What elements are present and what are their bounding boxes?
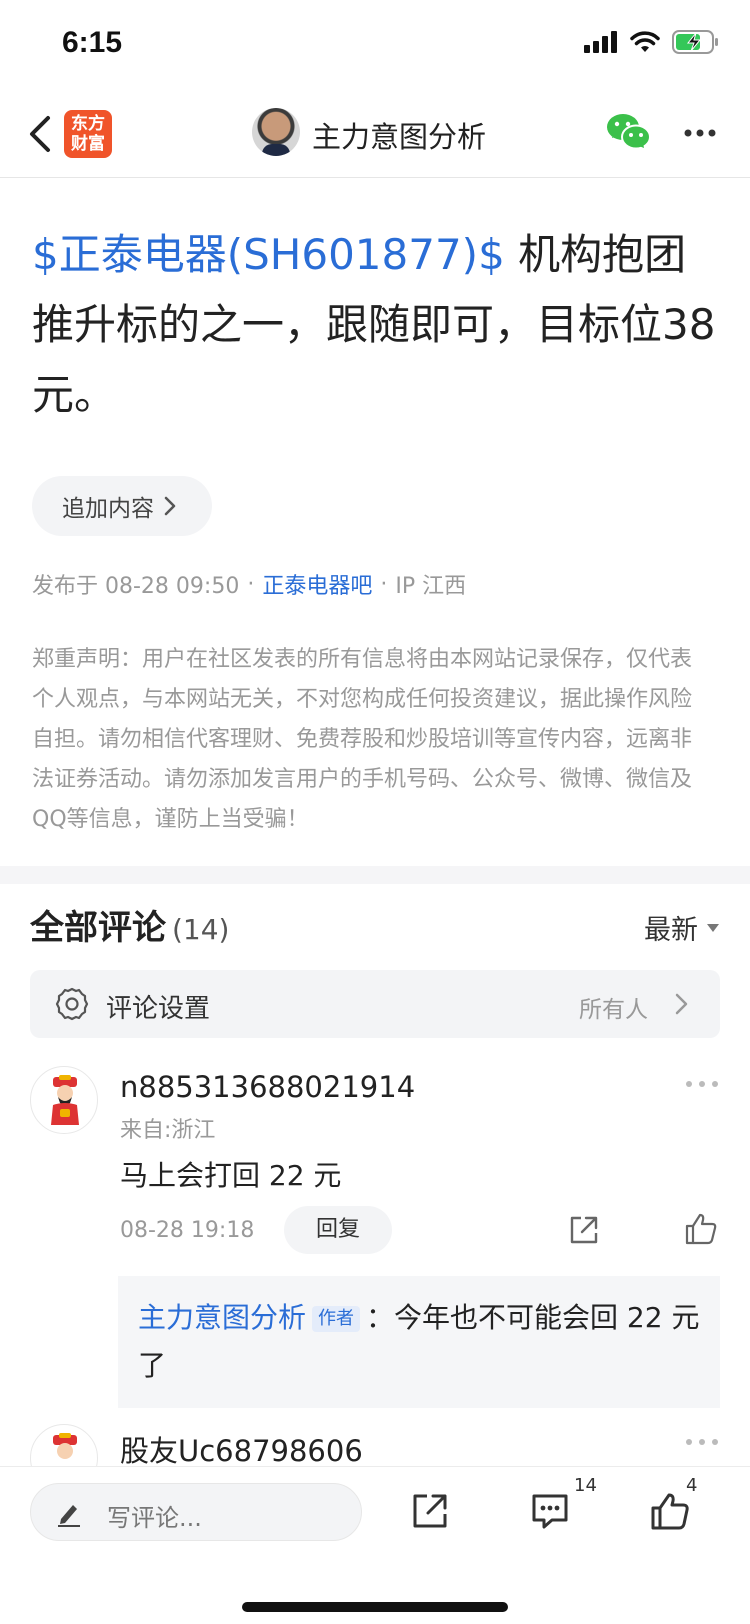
meta-separator: · [247, 571, 255, 597]
disclaimer-text: 郑重声明：用户在社区发表的所有信息将由本网站记录保存，仅代表个人观点，与本网站无… [32, 647, 693, 832]
home-indicator [242, 1602, 508, 1612]
commenter-name[interactable]: n885313688021914 [120, 1070, 415, 1104]
comment-time: 08-28 19:18 [120, 1218, 255, 1243]
comment-text: 马上会打回 22 元 [120, 1159, 342, 1192]
battery-charging-icon [672, 30, 718, 54]
post-content: $正泰电器(SH601877)$ 机构抱团推升标的之一，跟随即可，目标位38元。 [32, 220, 722, 430]
commenter-avatar[interactable] [30, 1066, 98, 1134]
sort-dropdown[interactable]: 最新 [644, 908, 720, 947]
post-meta: 发布于 08-28 09:50 · 正泰电器吧 · IP 江西 [32, 568, 466, 600]
comments-header: 全部评论 (14) [30, 900, 229, 949]
status-bar: 6:15 [0, 0, 750, 90]
share-icon[interactable] [410, 1491, 450, 1531]
bottom-action-bar: 写评论... 14 4 [0, 1466, 750, 1624]
thumbs-up-icon[interactable] [684, 1212, 718, 1246]
more-options-icon[interactable] [684, 1436, 720, 1448]
chevron-right-icon [675, 993, 688, 1015]
logo-line-1: 东方 [71, 114, 105, 134]
pencil-icon [58, 1505, 80, 1527]
publish-time: 发布于 08-28 09:50 [32, 574, 240, 599]
append-content-button[interactable]: 追加内容 [32, 476, 212, 536]
sort-label: 最新 [644, 915, 698, 946]
signal-icon [584, 31, 617, 53]
status-icons [584, 30, 720, 54]
comment-settings-label: 评论设置 [106, 994, 211, 1024]
comment-bubble-icon[interactable] [530, 1491, 570, 1531]
comment-count: 14 [574, 1475, 597, 1496]
reply-author-name[interactable]: 主力意图分析 [138, 1301, 306, 1334]
stock-tag-link[interactable]: $正泰电器(SH601877)$ [32, 230, 505, 279]
eastmoney-logo[interactable]: 东方 财富 [64, 110, 112, 158]
append-content-label: 追加内容 [62, 496, 154, 522]
caret-down-icon [707, 923, 719, 932]
author-name[interactable]: 主力意图分析 [312, 114, 486, 156]
comment-input[interactable]: 写评论... [30, 1483, 362, 1541]
nav-header: 东方 财富 主力意图分析 [0, 90, 750, 178]
wifi-icon [630, 31, 660, 52]
author-reply: 主力意图分析 作者 ：今年也不可能会回 22 元了 [118, 1276, 720, 1408]
section-divider [0, 866, 750, 884]
gear-icon [55, 987, 89, 1021]
comment-item: n885313688021914 来自:浙江 马上会打回 22 元 08-28 … [30, 1066, 730, 1408]
more-options-icon[interactable] [680, 118, 720, 148]
thumbs-up-icon[interactable] [650, 1491, 690, 1531]
reply-colon: ： [366, 1301, 395, 1334]
commenter-name[interactable]: 股友Uc68798606 [120, 1428, 363, 1470]
comment-placeholder: 写评论... [107, 1504, 202, 1532]
comment-settings-value: 所有人 [579, 997, 648, 1023]
reply-button[interactable]: 回复 [284, 1206, 392, 1254]
ip-location: IP 江西 [395, 574, 467, 599]
comment-settings-row[interactable]: 评论设置 所有人 [30, 970, 720, 1038]
stock-bar-link[interactable]: 正泰电器吧 [262, 568, 372, 600]
author-badge: 作者 [312, 1306, 361, 1332]
back-arrow-icon[interactable] [24, 112, 60, 156]
more-options-icon[interactable] [684, 1078, 720, 1090]
logo-line-2: 财富 [71, 134, 105, 154]
god-of-wealth-icon [51, 1075, 79, 1125]
meta-separator: · [380, 571, 388, 597]
commenter-location: 来自:浙江 [120, 1118, 216, 1143]
wechat-icon[interactable] [606, 112, 652, 152]
status-time: 6:15 [62, 26, 123, 59]
comments-count: (14) [172, 913, 230, 946]
comments-title: 全部评论 [30, 908, 166, 948]
chevron-right-icon [164, 496, 176, 516]
author-avatar[interactable] [252, 108, 300, 156]
share-icon[interactable] [568, 1214, 600, 1246]
like-count: 4 [686, 1475, 698, 1496]
